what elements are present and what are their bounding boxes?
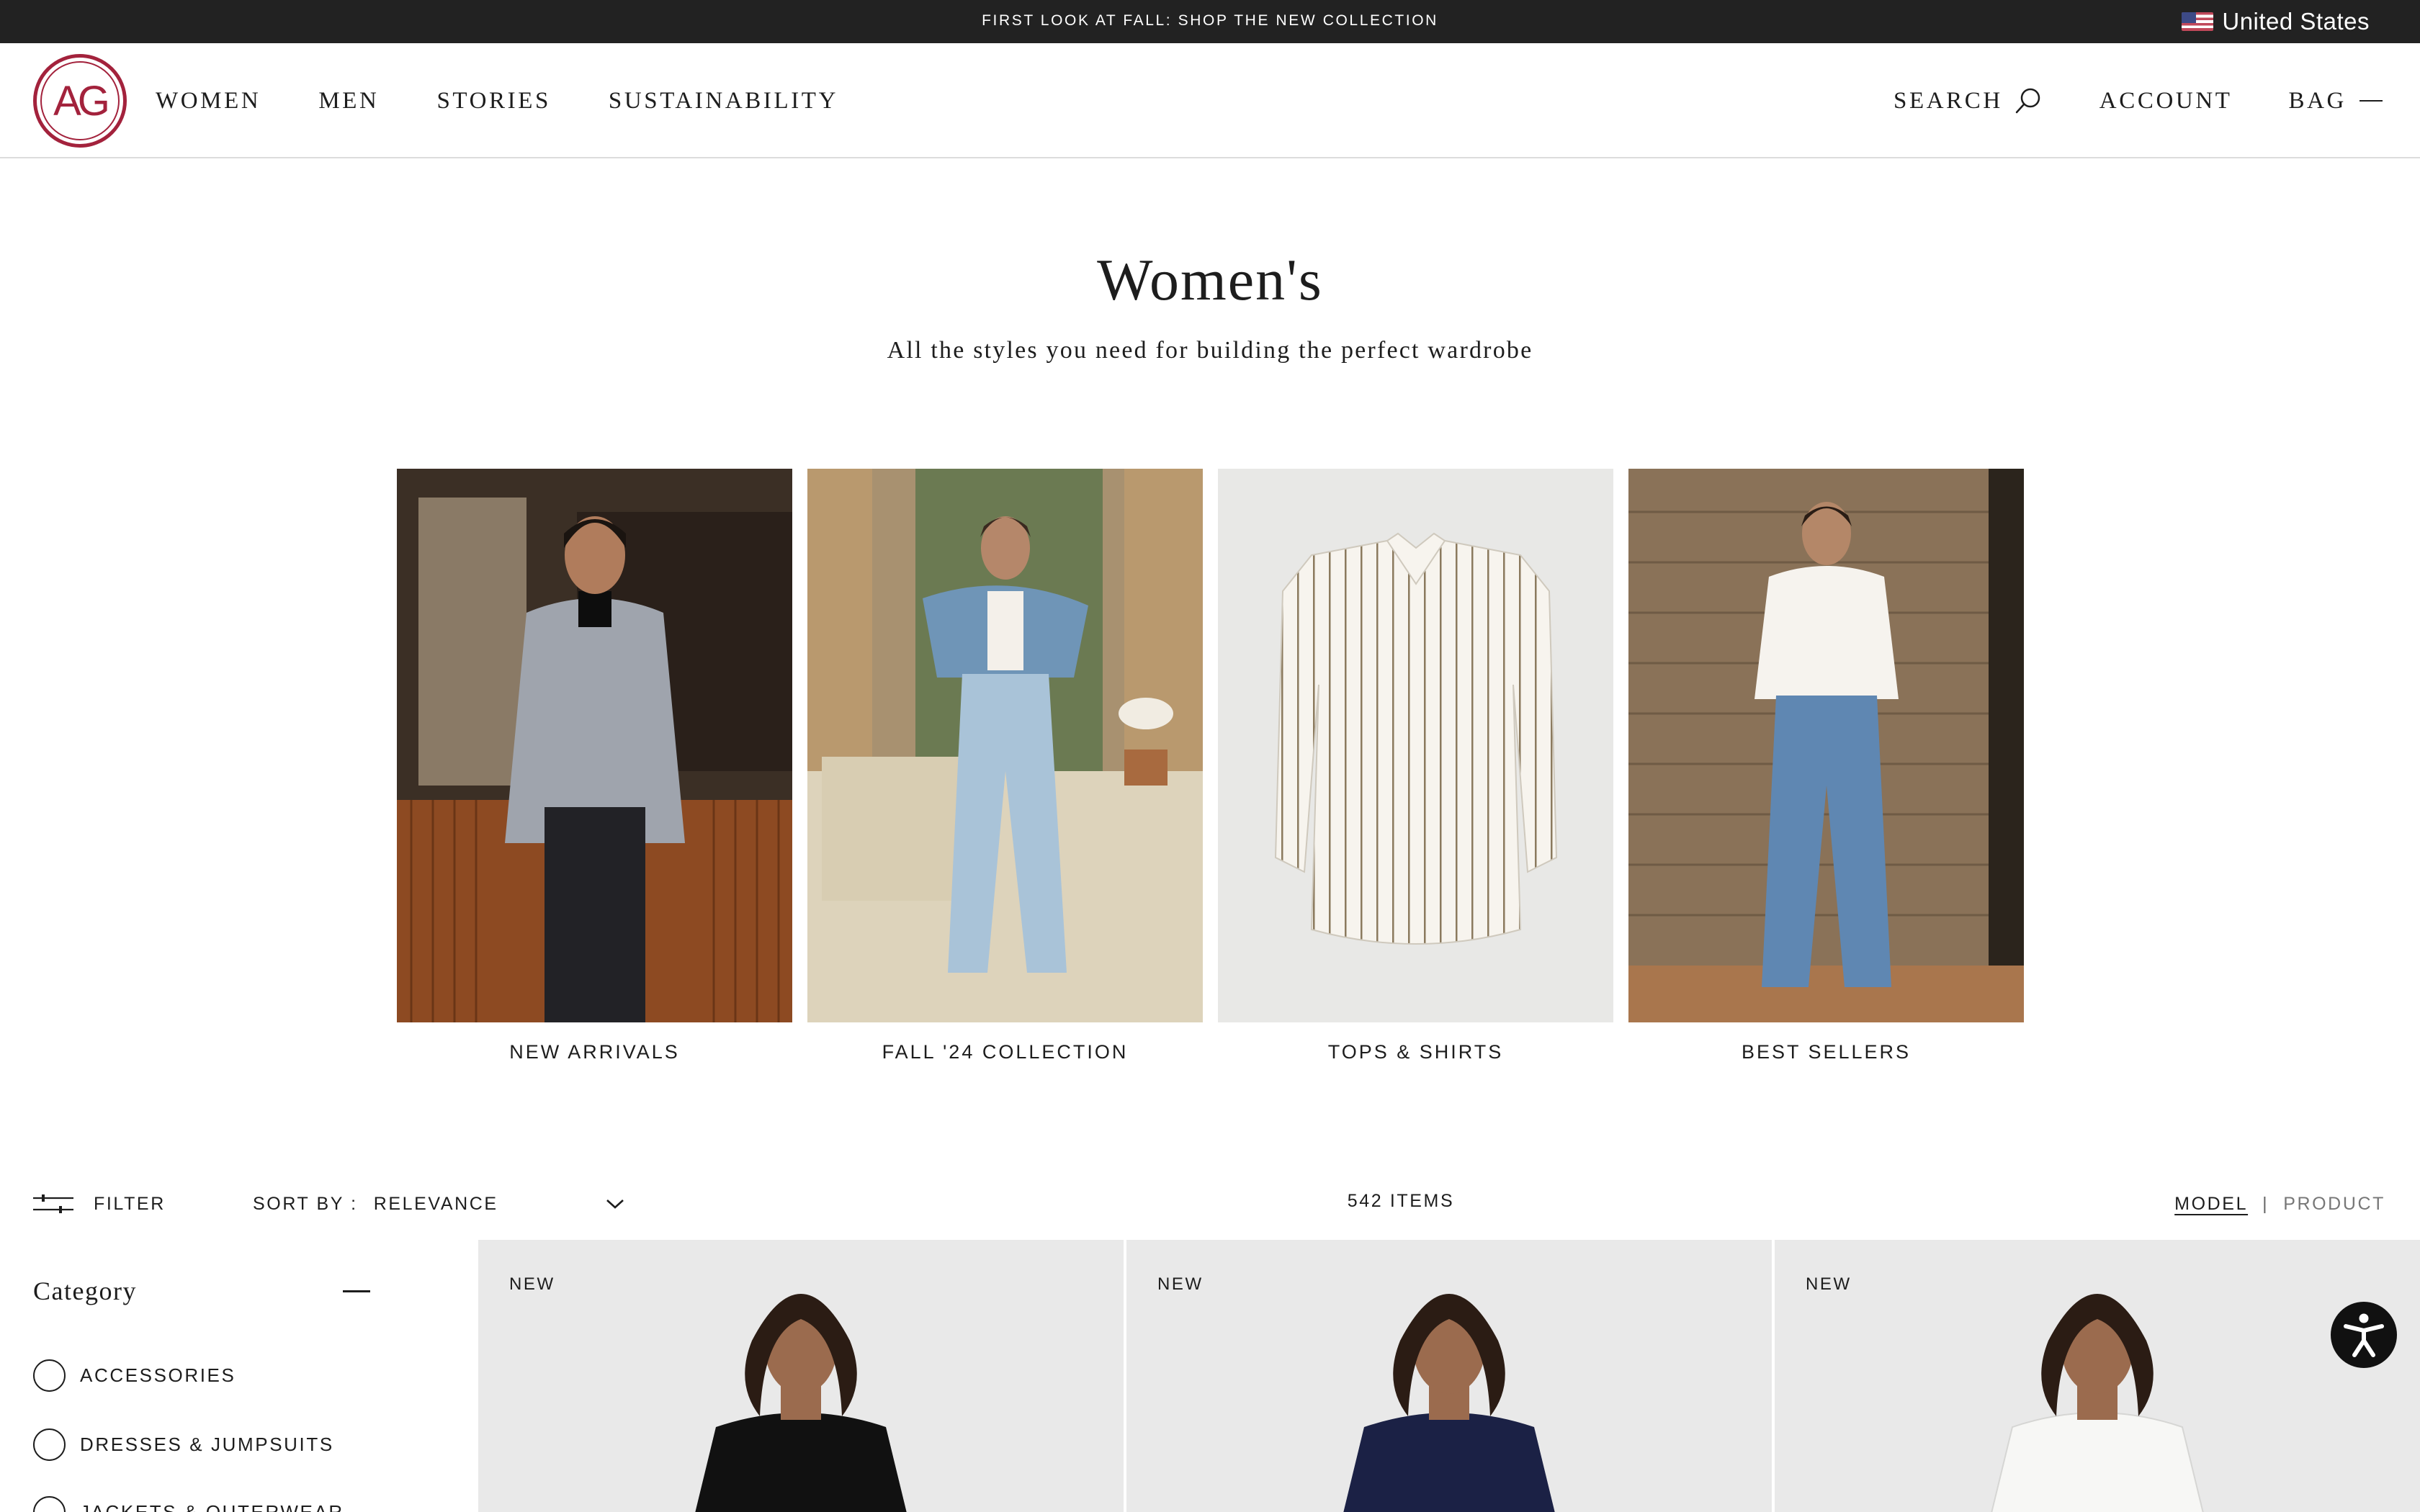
page-title: Women's <box>1097 247 1323 312</box>
nav-men[interactable]: MEN <box>318 88 379 114</box>
sort-label: SORT BY : <box>253 1193 358 1214</box>
product-card[interactable]: NEW <box>1126 1240 1772 1512</box>
utility-nav: SEARCH ACCOUNT BAG <box>1894 43 2383 158</box>
chevron-down-icon <box>606 1200 624 1209</box>
accessibility-button[interactable] <box>2331 1302 2397 1368</box>
announcement-link[interactable]: FIRST LOOK AT FALL: SHOP THE NEW COLLECT… <box>0 0 2420 43</box>
nav-sustainability[interactable]: SUSTAINABILITY <box>609 88 838 114</box>
view-separator: | <box>2262 1193 2269 1214</box>
category-jackets-outerwear[interactable]: JACKETS & OUTERWEAR <box>33 1496 344 1512</box>
listing-toolbar: FILTER SORT BY : RELEVANCE 542 ITEMS MOD… <box>0 1174 2420 1238</box>
sort-select[interactable]: SORT BY : RELEVANCE <box>253 1189 624 1218</box>
bag-label: BAG <box>2288 87 2347 114</box>
filter-sliders-icon <box>33 1194 73 1213</box>
product-card[interactable]: NEW <box>478 1240 1124 1512</box>
sort-value-wrap: RELEVANCE <box>374 1194 624 1215</box>
site-header: AG WOMEN MEN STORIES SUSTAINABILITY SEAR… <box>0 43 2420 158</box>
view-model-toggle[interactable]: MODEL <box>2174 1194 2248 1215</box>
search-icon <box>2015 88 2040 114</box>
radio-icon[interactable] <box>33 1496 66 1512</box>
filter-label: FILTER <box>94 1193 166 1214</box>
product-image <box>1775 1240 2420 1512</box>
best-sellers-image <box>1628 469 2024 1022</box>
region-selector[interactable]: United States <box>2182 0 2370 43</box>
tile-fall-collection[interactable] <box>807 469 1203 1022</box>
logo-mark: AG <box>40 61 120 140</box>
bag-count-dash <box>2360 100 2383 102</box>
new-badge: NEW <box>1806 1274 1852 1294</box>
new-badge: NEW <box>1157 1274 1204 1294</box>
search-button[interactable]: SEARCH <box>1894 86 2043 116</box>
product-image <box>1126 1240 1772 1512</box>
bag-button[interactable]: BAG <box>2289 88 2383 114</box>
new-arrivals-image <box>397 469 792 1022</box>
main-nav: WOMEN MEN STORIES SUSTAINABILITY <box>156 43 838 158</box>
radio-icon[interactable] <box>33 1428 66 1461</box>
page-subtitle: All the styles you need for building the… <box>887 337 1533 364</box>
view-toggle: MODEL | PRODUCT <box>2174 1189 2385 1218</box>
account-label: ACCOUNT <box>2099 87 2233 114</box>
tile-label-tops-shirts[interactable]: TOPS & SHIRTS <box>1218 1041 1613 1063</box>
tile-label-best-sellers[interactable]: BEST SELLERS <box>1628 1041 2024 1063</box>
view-product-toggle[interactable]: PRODUCT <box>2283 1194 2385 1215</box>
us-flag-icon <box>2182 12 2214 31</box>
fall-collection-image <box>807 469 1203 1022</box>
search-label: SEARCH <box>1894 87 2003 114</box>
new-badge: NEW <box>509 1274 555 1294</box>
nav-stories[interactable]: STORIES <box>436 88 550 114</box>
tile-tops-shirts[interactable] <box>1218 469 1613 1022</box>
account-link[interactable]: ACCOUNT <box>2099 88 2233 114</box>
tile-best-sellers[interactable] <box>1628 469 2024 1022</box>
accessibility-icon <box>2344 1313 2384 1357</box>
category-label: JACKETS & OUTERWEAR <box>80 1501 344 1512</box>
tile-label-new-arrivals[interactable]: NEW ARRIVALS <box>397 1041 792 1063</box>
tops-shirts-image <box>1218 469 1613 1022</box>
tile-label-fall-collection[interactable]: FALL '24 COLLECTION <box>807 1041 1203 1063</box>
item-count: 542 ITEMS <box>1347 1191 1455 1211</box>
category-label: ACCESSORIES <box>80 1364 236 1386</box>
nav-women[interactable]: WOMEN <box>156 88 261 114</box>
category-dresses-jumpsuits[interactable]: DRESSES & JUMPSUITS <box>33 1428 334 1461</box>
tile-new-arrivals[interactable] <box>397 469 792 1022</box>
radio-icon[interactable] <box>33 1359 66 1392</box>
collapse-icon[interactable] <box>343 1290 370 1292</box>
announcement-bar: FIRST LOOK AT FALL: SHOP THE NEW COLLECT… <box>0 0 2420 43</box>
category-label: DRESSES & JUMPSUITS <box>80 1434 334 1455</box>
ag-logo[interactable]: AG <box>33 54 127 148</box>
region-label: United States <box>2222 8 2370 35</box>
sort-value: RELEVANCE <box>373 1193 498 1214</box>
category-header[interactable]: Category <box>33 1276 386 1306</box>
product-card[interactable]: NEW <box>1775 1240 2420 1512</box>
filter-button[interactable]: FILTER <box>33 1189 166 1218</box>
product-image <box>478 1240 1124 1512</box>
category-title: Category <box>33 1277 137 1305</box>
category-accessories[interactable]: ACCESSORIES <box>33 1359 236 1392</box>
